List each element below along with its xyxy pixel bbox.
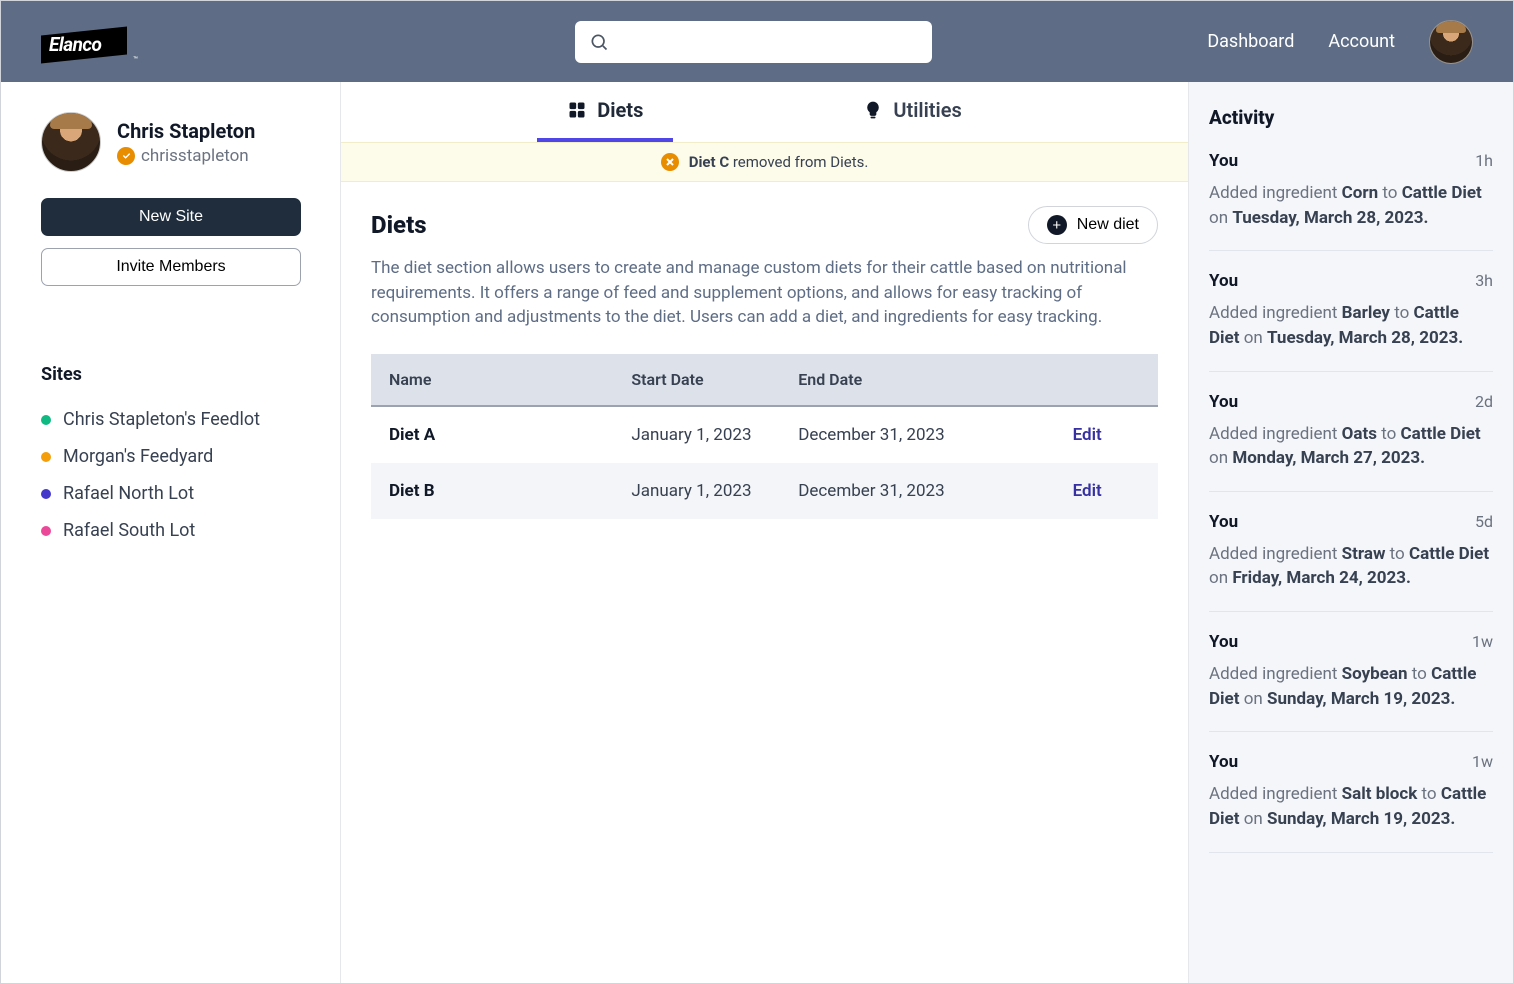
tab-utilities[interactable]: Utilities	[833, 84, 991, 142]
color-dot-icon	[41, 415, 51, 425]
activity-who: You	[1209, 151, 1238, 171]
cell-name: Diet A	[371, 406, 591, 463]
edit-link[interactable]: Edit	[1016, 463, 1158, 519]
brand-logo[interactable]: Elanco ™	[41, 19, 131, 65]
activity-when: 1w	[1472, 752, 1493, 772]
page-title: Diets	[371, 211, 427, 239]
activity-item: You 1w Added ingredient Salt block to Catt…	[1209, 752, 1493, 852]
avatar-menu[interactable]	[1429, 20, 1473, 64]
edit-link[interactable]: Edit	[1016, 406, 1158, 463]
site-item[interactable]: Rafael South Lot	[41, 512, 300, 549]
col-end: End Date	[780, 354, 1016, 406]
color-dot-icon	[41, 452, 51, 462]
col-edit	[1016, 354, 1158, 406]
activity-text: Added ingredient Straw to Cattle Diet on…	[1209, 542, 1493, 591]
site-label: Rafael North Lot	[63, 483, 194, 504]
alert-close-icon	[661, 153, 679, 171]
main-content: Diets Utilities Diet C removed from Diet…	[341, 82, 1188, 983]
table-row: Diet AJanuary 1, 2023December 31, 2023Ed…	[371, 406, 1158, 463]
sidebar: Chris Stapleton chrisstapleton New Site …	[1, 82, 341, 983]
activity-text: Added ingredient Corn to Cattle Diet on …	[1209, 181, 1493, 230]
activity-when: 5d	[1475, 512, 1493, 532]
activity-text: Added ingredient Soybean to Cattle Diet …	[1209, 662, 1493, 711]
activity-item: You 5d Added ingredient Straw to Cattle Di…	[1209, 512, 1493, 612]
activity-who: You	[1209, 632, 1238, 652]
site-label: Rafael South Lot	[63, 520, 195, 541]
activity-title: Activity	[1209, 106, 1493, 129]
col-start: Start Date	[591, 354, 780, 406]
color-dot-icon	[41, 489, 51, 499]
col-name: Name	[371, 354, 591, 406]
search-icon	[589, 32, 609, 52]
activity-who: You	[1209, 752, 1238, 772]
activity-text: Added ingredient Barley to Cattle Diet o…	[1209, 301, 1493, 350]
site-label: Morgan's Feedyard	[63, 446, 213, 467]
brand-name: Elanco	[49, 33, 101, 56]
activity-who: You	[1209, 512, 1238, 532]
page-description: The diet section allows users to create …	[371, 256, 1158, 330]
cell-start: January 1, 2023	[591, 463, 780, 519]
color-dot-icon	[41, 526, 51, 536]
activity-item: You 1w Added ingredient Soybean to Cattle …	[1209, 632, 1493, 732]
tab-diets[interactable]: Diets	[537, 84, 673, 142]
new-site-button[interactable]: New Site	[41, 198, 301, 236]
site-item[interactable]: Chris Stapleton's Feedlot	[41, 401, 300, 438]
tabs: Diets Utilities	[341, 82, 1188, 142]
search-input[interactable]	[619, 33, 918, 51]
activity-when: 1h	[1475, 151, 1493, 171]
activity-item: You 1h Added ingredient Corn to Cattle Die…	[1209, 151, 1493, 251]
activity-who: You	[1209, 392, 1238, 412]
activity-when: 2d	[1475, 392, 1493, 412]
profile-handle: chrisstapleton	[117, 146, 255, 166]
activity-item: You 3h Added ingredient Barley to Cattle D…	[1209, 271, 1493, 371]
alert-banner: Diet C removed from Diets.	[341, 142, 1188, 182]
alert-text: Diet C removed from Diets.	[689, 153, 869, 171]
sites-heading: Sites	[41, 364, 300, 385]
nav-dashboard[interactable]: Dashboard	[1207, 31, 1294, 52]
cell-name: Diet B	[371, 463, 591, 519]
activity-when: 3h	[1475, 271, 1493, 291]
invite-members-button[interactable]: Invite Members	[41, 248, 301, 286]
avatar	[41, 112, 101, 172]
activity-item: You 2d Added ingredient Oats to Cattle Die…	[1209, 392, 1493, 492]
activity-text: Added ingredient Salt block to Cattle Di…	[1209, 782, 1493, 831]
search-container	[575, 21, 932, 63]
new-diet-button[interactable]: + New diet	[1028, 206, 1158, 244]
profile-block: Chris Stapleton chrisstapleton	[41, 112, 300, 172]
site-item[interactable]: Rafael North Lot	[41, 475, 300, 512]
cell-start: January 1, 2023	[591, 406, 780, 463]
plus-icon: +	[1047, 215, 1067, 235]
diets-table: Name Start Date End Date Diet AJanuary 1…	[371, 354, 1158, 519]
site-item[interactable]: Morgan's Feedyard	[41, 438, 300, 475]
cell-end: December 31, 2023	[780, 463, 1016, 519]
site-label: Chris Stapleton's Feedlot	[63, 409, 260, 430]
nav-account[interactable]: Account	[1328, 31, 1395, 52]
lightbulb-icon	[863, 100, 883, 120]
topbar: Elanco ™ Dashboard Account	[1, 1, 1513, 82]
cell-end: December 31, 2023	[780, 406, 1016, 463]
verified-badge-icon	[117, 147, 135, 165]
grid-icon	[567, 100, 587, 120]
activity-text: Added ingredient Oats to Cattle Diet on …	[1209, 422, 1493, 471]
table-row: Diet BJanuary 1, 2023December 31, 2023Ed…	[371, 463, 1158, 519]
activity-panel: Activity You 1h Added ingredient Corn to C…	[1188, 82, 1513, 983]
activity-when: 1w	[1472, 632, 1493, 652]
profile-name: Chris Stapleton	[117, 119, 255, 143]
activity-who: You	[1209, 271, 1238, 291]
